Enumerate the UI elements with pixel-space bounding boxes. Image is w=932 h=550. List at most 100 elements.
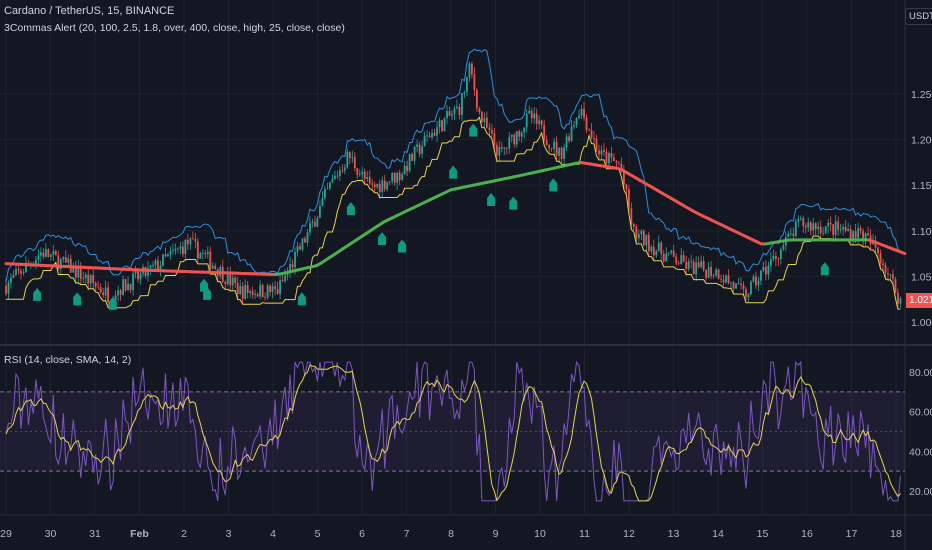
candle — [777, 258, 780, 260]
candle — [488, 127, 491, 130]
candle — [844, 226, 847, 231]
candle — [463, 91, 466, 94]
candle — [737, 283, 740, 285]
candle — [535, 113, 538, 124]
candle — [47, 249, 50, 257]
candle — [817, 226, 820, 230]
candle — [545, 139, 548, 146]
candle — [54, 251, 57, 256]
candle — [343, 167, 346, 171]
candle — [635, 226, 638, 239]
candle — [79, 267, 82, 280]
candle — [269, 285, 271, 293]
candle — [822, 232, 825, 234]
candle — [448, 111, 451, 116]
candle — [311, 221, 314, 224]
indicator-legend[interactable]: 3Commas Alert (20, 100, 2.5, 1.8, over, … — [4, 22, 345, 34]
candle — [314, 221, 316, 227]
candle — [271, 286, 274, 293]
candle — [717, 269, 720, 280]
candle — [411, 154, 414, 161]
rsi-legend[interactable]: RSI (14, close, SMA, 14, 2) — [4, 354, 131, 366]
candle — [804, 226, 807, 228]
candle — [792, 233, 795, 237]
candle — [767, 265, 770, 275]
candle — [104, 287, 107, 296]
candle — [22, 272, 25, 274]
candle — [249, 290, 252, 293]
candle — [117, 290, 120, 296]
candle — [680, 255, 683, 264]
time-tick: 15 — [757, 528, 769, 540]
candle — [593, 137, 595, 139]
candle — [358, 174, 361, 176]
time-tick: 6 — [359, 528, 365, 540]
candle — [391, 172, 394, 182]
candle — [615, 161, 618, 163]
candle — [575, 118, 578, 126]
candle — [348, 152, 351, 158]
candle — [388, 181, 391, 183]
candle — [757, 280, 760, 286]
candle — [456, 106, 458, 109]
rsi-tick: 20.00 — [909, 486, 932, 498]
price-tick: 1.250 — [911, 89, 932, 101]
candle — [652, 246, 655, 256]
candle — [351, 157, 354, 158]
candle — [199, 253, 202, 259]
candle — [64, 257, 67, 263]
candle — [782, 245, 785, 250]
candle — [899, 298, 902, 304]
candle — [441, 120, 443, 132]
candle — [20, 270, 22, 274]
candle — [291, 264, 294, 268]
alert-marker-icon — [378, 232, 387, 246]
time-tick: 8 — [448, 528, 454, 540]
candle — [647, 234, 650, 252]
candle — [186, 239, 189, 245]
candle — [468, 63, 471, 78]
candle — [887, 273, 889, 275]
candle — [578, 115, 580, 119]
price-tick: 1.150 — [911, 180, 932, 192]
time-tick: 2 — [181, 528, 187, 540]
candle — [129, 283, 132, 291]
candle — [368, 177, 371, 184]
candle — [550, 148, 553, 150]
candle — [254, 294, 257, 296]
candle — [353, 157, 356, 169]
last-price-label: 1.021 — [906, 293, 932, 308]
candle — [498, 147, 501, 156]
candle — [839, 229, 842, 230]
candle — [610, 153, 613, 158]
candle — [371, 183, 374, 185]
candle — [802, 218, 805, 227]
candle — [849, 228, 852, 240]
candle — [169, 250, 172, 255]
candle — [573, 125, 575, 127]
candle — [655, 250, 658, 256]
candle — [859, 228, 862, 232]
candle — [471, 63, 473, 75]
alert-marker-icon — [297, 292, 306, 306]
currency-button[interactable]: USDT — [905, 8, 932, 25]
chart-canvas[interactable]: 1.250 1.200 1.150 1.100 1.050 1.000 80.00 60.00… — [0, 0, 932, 550]
candle — [366, 177, 369, 179]
candle — [134, 271, 137, 274]
candle — [196, 241, 199, 259]
candle — [82, 278, 85, 280]
alert-marker-icon — [820, 262, 829, 276]
candle — [122, 279, 125, 295]
candle — [600, 150, 603, 155]
candle — [495, 144, 498, 156]
candle — [525, 113, 528, 128]
candle — [730, 282, 732, 284]
candle — [443, 118, 446, 132]
candle — [431, 132, 433, 138]
candle — [408, 154, 411, 172]
candle — [276, 288, 279, 295]
candle — [603, 150, 605, 152]
candle — [618, 162, 620, 164]
candle — [209, 251, 212, 269]
candle — [453, 108, 456, 114]
